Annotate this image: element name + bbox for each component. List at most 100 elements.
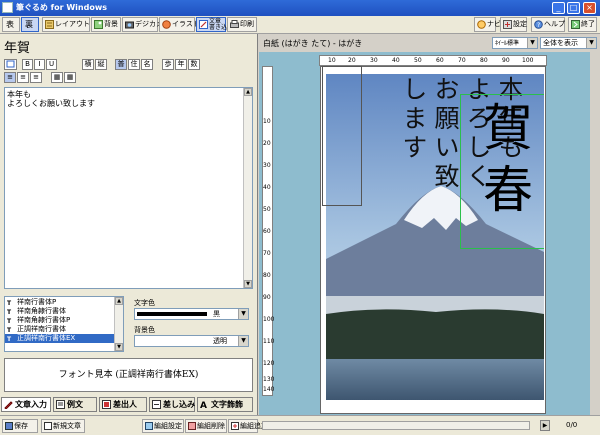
toolbar-exit-button[interactable]: 終了 bbox=[568, 17, 597, 32]
tab-insert[interactable]: 差し込み bbox=[149, 397, 195, 412]
edit-settings-button[interactable]: 編組設定 bbox=[142, 419, 184, 433]
font-size-icon bbox=[6, 60, 15, 68]
align-center-button[interactable]: ≡ bbox=[17, 72, 29, 83]
vertical-text-button[interactable]: 縦 bbox=[95, 59, 107, 70]
chevron-down-icon: ▼ bbox=[586, 38, 596, 48]
bg-color-select[interactable]: 透明 ▼ bbox=[134, 335, 249, 347]
ruler-tick-label: 40 bbox=[263, 184, 271, 191]
card-message-column[interactable]: します bbox=[398, 76, 428, 163]
sample-text-icon bbox=[56, 400, 65, 409]
font-list-scrollbar[interactable]: ▲ ▼ bbox=[114, 297, 123, 351]
text-color-label: 文字色 bbox=[134, 299, 155, 307]
font-item-label: 祥南行書体P bbox=[17, 298, 57, 306]
editor-scrollbar[interactable]: ▲ ▼ bbox=[243, 88, 252, 288]
font-item[interactable]: T 祥南角隷行書体P bbox=[5, 316, 117, 325]
font-item-label: 祥南角隷行書体P bbox=[17, 316, 71, 324]
save-button[interactable]: 保存 bbox=[2, 419, 38, 433]
zoom-select[interactable]: ﾈｲｰﾙ標準 ▼ bbox=[492, 37, 538, 49]
horizontal-scrollbar[interactable] bbox=[262, 421, 530, 430]
font-item[interactable]: T 祥南行書体P bbox=[5, 298, 117, 307]
align-right-button[interactable]: ≡ bbox=[30, 72, 42, 83]
title-frame[interactable]: 賀春 bbox=[460, 94, 544, 249]
ruler-tick-label: 90 bbox=[502, 57, 510, 64]
exit-icon bbox=[571, 20, 580, 29]
toolbar-background-button[interactable]: 背景 bbox=[91, 17, 121, 32]
navi-icon bbox=[477, 20, 486, 29]
font-list[interactable]: T 祥南行書体P T 祥南角隷行書体 T 祥南角隷行書体P T 正調祥南行書体 T 正調祥… bbox=[4, 296, 124, 352]
font-item-label: 祥南角隷行書体 bbox=[17, 307, 66, 315]
ruler-tick-label: 60 bbox=[436, 57, 444, 64]
close-button[interactable]: × bbox=[583, 2, 596, 14]
toolbar-navi-button[interactable]: ナビ bbox=[474, 17, 501, 32]
underline-button[interactable]: U bbox=[46, 59, 57, 70]
bg-color-label: 背景色 bbox=[134, 326, 155, 334]
scroll-up-arrow[interactable]: ▲ bbox=[115, 297, 123, 305]
tab-decoration[interactable]: A 文字飾飾 bbox=[197, 397, 253, 412]
font-size-button[interactable] bbox=[4, 59, 17, 70]
text-selection-frame[interactable] bbox=[322, 66, 362, 206]
tab-text-input[interactable]: 文章入力 bbox=[1, 397, 51, 412]
year-button[interactable]: 年 bbox=[175, 59, 187, 70]
toolbar-print-button[interactable]: 印刷 bbox=[227, 17, 257, 32]
chevron-down-icon: ▼ bbox=[238, 336, 248, 346]
toolbar-omote-button[interactable]: 表 bbox=[2, 17, 20, 32]
minimize-button[interactable]: _ bbox=[552, 2, 565, 14]
card-title-text: 賀春 bbox=[475, 101, 533, 225]
background-icon bbox=[94, 20, 103, 29]
name-button[interactable]: 名 bbox=[141, 59, 153, 70]
ruler-tick-label: 70 bbox=[263, 250, 271, 257]
ruler-tick-label: 20 bbox=[263, 140, 271, 147]
toolbar-ura-button[interactable]: 裏 bbox=[21, 17, 39, 32]
toolbar-help-button[interactable]: ? ヘルプ bbox=[531, 17, 565, 32]
font-item-selected[interactable]: T 正調祥南行書体EX bbox=[5, 334, 117, 343]
edit-add-button[interactable]: 編組追加 bbox=[228, 419, 268, 433]
font-item[interactable]: T 祥南角隷行書体 bbox=[5, 307, 117, 316]
ruler-tick-label: 70 bbox=[458, 57, 466, 64]
toolbar-settings-button[interactable]: 設定 bbox=[500, 17, 527, 32]
status-bar: 保存 新規文章 編組設定 編組削除 編組追加 ▶ 0/0 bbox=[0, 415, 600, 435]
scroll-down-arrow[interactable]: ▼ bbox=[244, 280, 252, 288]
page-nav-arrow[interactable]: ▶ bbox=[540, 420, 550, 431]
maximize-button[interactable]: □ bbox=[567, 2, 580, 14]
address-button[interactable]: 住 bbox=[128, 59, 140, 70]
font-item[interactable]: T 正調祥南行書体 bbox=[5, 325, 117, 334]
step-button[interactable]: 歩 bbox=[162, 59, 174, 70]
number-button[interactable]: 数 bbox=[188, 59, 200, 70]
page-counter: 0/0 bbox=[566, 421, 578, 429]
scroll-up-arrow[interactable]: ▲ bbox=[244, 88, 252, 96]
toolbar-camera-button[interactable]: デジカメ bbox=[122, 17, 163, 32]
toolbar-layout-button[interactable]: レイアウト bbox=[42, 17, 90, 32]
text-editor[interactable]: 本年も よろしくお願い致します ▲ ▼ bbox=[4, 87, 253, 289]
card-message-column[interactable]: お願い致 bbox=[430, 76, 460, 192]
text-color-select[interactable]: 黒 ▼ bbox=[134, 308, 249, 320]
text-color-value: 黒 bbox=[213, 310, 220, 318]
new-doc-button[interactable]: 新規文章 bbox=[41, 419, 85, 433]
edit-delete-button[interactable]: 編組削除 bbox=[185, 419, 227, 433]
align-left-button[interactable]: ≡ bbox=[4, 72, 16, 83]
omote-label: 表 bbox=[6, 20, 14, 29]
write-text-icon bbox=[199, 20, 208, 29]
layout-grid-button[interactable]: ▦ bbox=[51, 72, 63, 83]
help-icon: ? bbox=[534, 20, 543, 29]
layout-grid-button-2[interactable]: ▦ bbox=[64, 72, 76, 83]
toolbar-illustration-button[interactable]: イラスト bbox=[159, 17, 200, 32]
editor-text[interactable]: 本年も よろしくお願い致します bbox=[7, 90, 95, 108]
normal-button[interactable]: 普 bbox=[115, 59, 127, 70]
horizontal-text-button[interactable]: 横 bbox=[82, 59, 94, 70]
panel-tabs: 文章入力 例文 差出人 差し込み A 文字飾飾 bbox=[0, 396, 258, 414]
background-label: 背景 bbox=[104, 20, 118, 28]
ruler-tick-label: 90 bbox=[263, 294, 271, 301]
svg-text:A: A bbox=[200, 401, 207, 409]
ruler-tick-label: 30 bbox=[263, 162, 271, 169]
illustration-icon bbox=[162, 20, 171, 29]
scroll-down-arrow[interactable]: ▼ bbox=[115, 343, 123, 351]
bold-button[interactable]: B bbox=[22, 59, 33, 70]
tab-sender[interactable]: 差出人 bbox=[99, 397, 147, 412]
view-select[interactable]: 全体を表示 ▼ bbox=[540, 37, 597, 49]
help-label: ヘルプ bbox=[544, 20, 565, 28]
ruler-tick-label: 20 bbox=[348, 57, 356, 64]
italic-button[interactable]: I bbox=[34, 59, 45, 70]
toolbar-write-text-button[interactable]: 文章 書き込み bbox=[196, 17, 233, 32]
tab-sample-text[interactable]: 例文 bbox=[53, 397, 97, 412]
ruler-tick-label: 10 bbox=[328, 57, 336, 64]
